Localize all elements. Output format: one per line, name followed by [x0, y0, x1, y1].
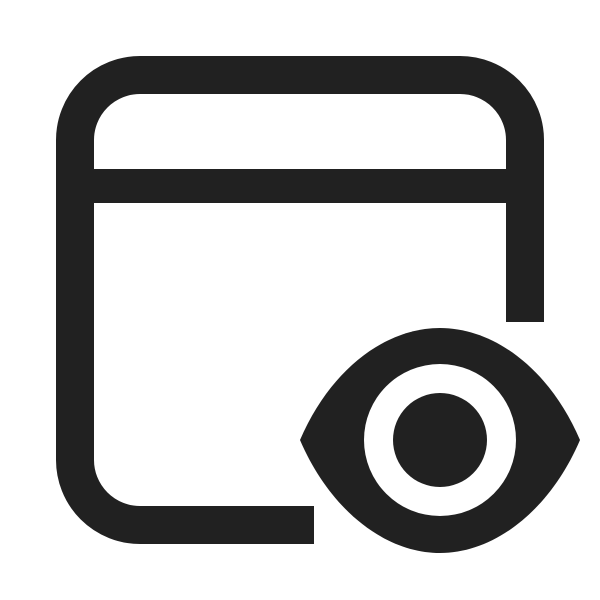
icon-canvas — [0, 0, 600, 600]
window-eye-icon — [56, 56, 580, 553]
eye-pupil — [393, 393, 487, 487]
